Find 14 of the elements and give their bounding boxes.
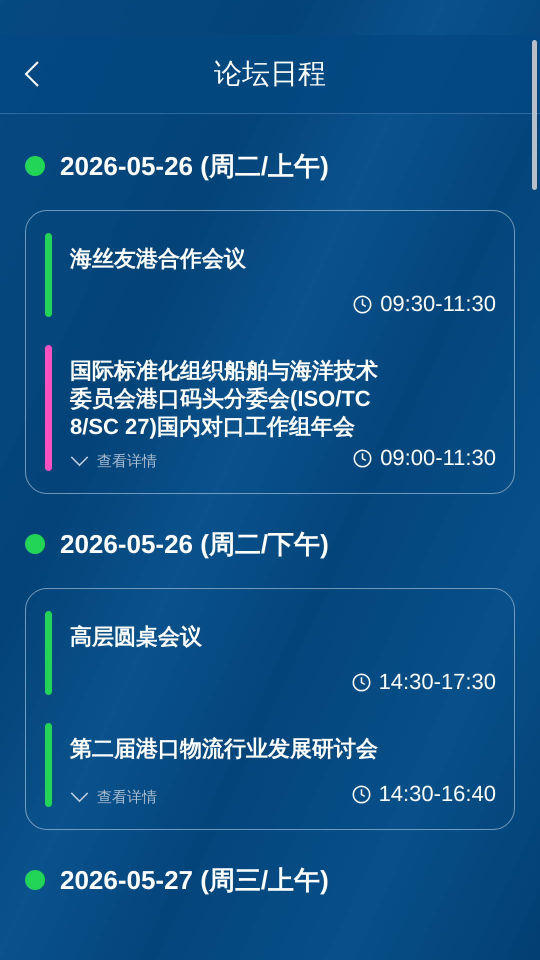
time-range: 14:30-16:40 [378,781,496,807]
date-heading: 2026-05-27 (周三/上午) [60,864,329,896]
date-heading: 2026-05-26 (周二/下午) [60,528,329,560]
page-title: 论坛日程 [214,57,326,91]
session-title[interactable]: 第二届港口物流行业发展研讨会 [70,735,392,763]
time-range: 09:30-11:30 [380,291,496,317]
time-range: 09:00-11:30 [380,445,496,471]
date-heading: 2026-05-26 (周二/上午) [60,150,329,182]
details-link[interactable]: 查看详情 [70,788,157,807]
details-link[interactable]: 查看详情 [70,452,157,471]
time-range: 14:30-17:30 [378,669,496,695]
session-title[interactable]: 国际标准化组织船舶与海洋技术委员会港口码头分委会(ISO/TC 8/SC 27)国内对口工作组年会 [70,357,392,441]
session-title[interactable]: 海丝友港合作会议 [70,245,392,273]
session-title[interactable]: 高层圆桌会议 [70,623,392,651]
